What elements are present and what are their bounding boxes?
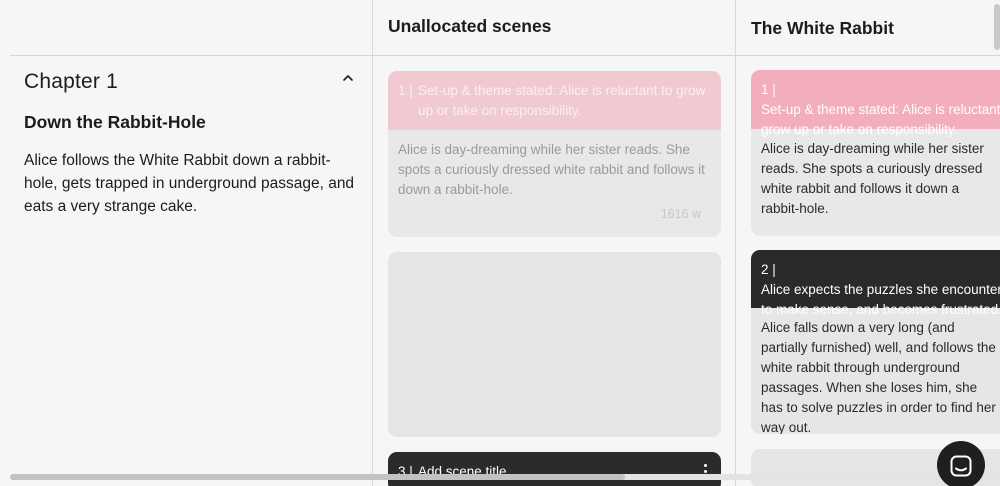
scene-number: 2 | [761, 262, 776, 277]
scene-card-header: 3 | Add scene title... [388, 452, 721, 486]
scene-card-plotline-1[interactable]: 1 | Set-up & theme stated: Alice is reluc… [751, 70, 1000, 236]
scene-summary[interactable]: Alice falls down a very long (and partia… [751, 308, 1000, 434]
scene-title[interactable]: Set-up & theme stated: Alice is reluctan… [418, 81, 707, 121]
scene-number: 1 | [761, 82, 776, 97]
unallocated-column-title: Unallocated scenes [388, 16, 552, 36]
chapter-title[interactable]: Chapter 1 [24, 70, 118, 94]
chevron-up-icon[interactable] [340, 70, 356, 86]
scene-number: 1 | [398, 83, 413, 98]
scene-card-unallocated-1[interactable]: 1 | Set-up & theme stated: Alice is reluc… [388, 71, 721, 237]
vertical-scrollbar[interactable] [994, 4, 1000, 50]
scene-card-header: 2 | Alice expects the puzzles she encount… [751, 250, 1000, 317]
chapter-subtitle[interactable]: Down the Rabbit-Hole [24, 112, 206, 133]
word-count: 1616 w [660, 207, 701, 221]
column-divider [735, 0, 736, 486]
scene-summary[interactable]: Alice is day-dreaming while her sister r… [388, 130, 721, 200]
scene-card-plotline-2[interactable]: 2 | Alice expects the puzzles she encount… [751, 250, 1000, 434]
header-divider [10, 55, 1000, 56]
story-board: Chapter 1 Down the Rabbit-Hole Alice fol… [0, 0, 1000, 486]
scene-card-header: 1 | Set-up & theme stated: Alice is reluc… [751, 70, 1000, 137]
horizontal-scrollbar-thumb[interactable] [10, 474, 625, 480]
scene-drop-placeholder[interactable] [388, 252, 721, 437]
scene-summary[interactable]: Alice is day-dreaming while her sister r… [751, 129, 1000, 219]
chapter-panel: Chapter 1 Down the Rabbit-Hole Alice fol… [0, 0, 372, 486]
scene-card-unallocated-3[interactable]: 3 | Add scene title... [388, 452, 721, 486]
plotline-column-title[interactable]: The White Rabbit [751, 18, 894, 39]
chat-icon[interactable] [937, 441, 985, 486]
column-divider [372, 0, 373, 486]
chapter-description[interactable]: Alice follows the White Rabbit down a ra… [24, 149, 360, 218]
scene-card-header: 1 | Set-up & theme stated: Alice is reluc… [388, 71, 721, 130]
scene-title[interactable]: Alice expects the puzzles she encounters… [761, 280, 1000, 320]
scene-title[interactable]: Set-up & theme stated: Alice is reluctan… [761, 100, 1000, 140]
